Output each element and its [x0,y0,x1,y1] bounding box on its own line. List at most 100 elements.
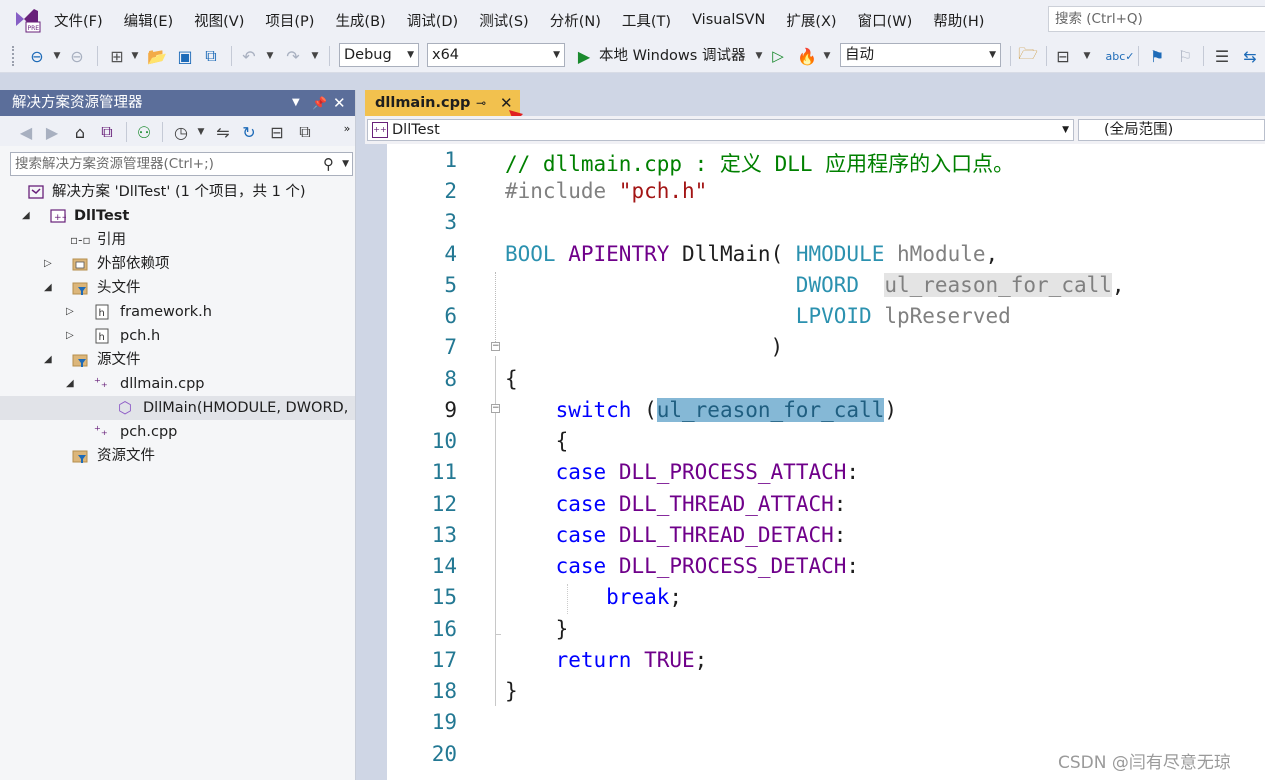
tree-item-pch-cpp[interactable]: ⁺₊ pch.cpp [0,420,355,444]
hot-reload-icon[interactable]: 🔥 [796,44,818,68]
find-in-files-icon[interactable]: 🗁 [1016,44,1040,68]
tree-item-dllmain-function[interactable]: ⬡ DllMain(HMODULE, DWORD, [0,396,355,420]
collapsed-arrow-icon[interactable]: ▷ [44,252,52,276]
menu-analyze[interactable]: 分析(N) [550,10,601,31]
tree-item-solution[interactable]: 解决方案 'DllTest' (1 个项目，共 1 个) [0,180,355,204]
back-icon[interactable]: ⊖ [26,44,48,68]
menu-build[interactable]: 生成(B) [335,10,385,31]
sync-active-document-icon[interactable]: ⇋ [212,120,234,144]
tree-item-project[interactable]: ◢ ++ DllTest [0,204,355,228]
close-icon[interactable]: ✕ [333,90,346,116]
save-icon[interactable]: ▣ [174,44,196,68]
visual-studio-logo-icon[interactable]: PRE [12,6,42,34]
comment-lines-icon[interactable]: ☰ [1210,44,1234,68]
tree-item-dllmain-cpp[interactable]: ◢ ⁺₊ dllmain.cpp [0,372,355,396]
switch-views-icon[interactable]: ⧉ [96,120,118,144]
menu-edit[interactable]: 编辑(E) [124,10,173,31]
more-options-icon[interactable]: » [340,116,354,140]
menu-view[interactable]: 视图(V) [194,10,244,31]
new-project-dropdown-icon[interactable]: ▼ [130,44,140,68]
cpp-file-icon: ⁺₊ [94,376,108,391]
solution-configuration-value: Debug [344,47,392,63]
save-all-icon[interactable]: ⧉ [200,44,222,68]
bookmark-icon[interactable]: ⚑ [1145,44,1169,68]
menu-window[interactable]: 窗口(W) [858,10,913,31]
start-debugging-play-icon[interactable]: ▶ [574,44,594,68]
new-project-icon[interactable]: ⊞ [106,44,128,68]
menu-visualsvn[interactable]: VisualSVN [692,12,765,28]
expanded-arrow-icon[interactable]: ◢ [44,276,52,300]
menu-file[interactable]: 文件(F) [54,10,103,31]
menu-help[interactable]: 帮助(H) [933,10,984,31]
home-icon[interactable]: ⌂ [70,120,90,144]
watermark-text: CSDN @闫有尽意无琼 [1058,753,1231,773]
forward-icon[interactable]: ▶ [42,120,62,144]
fold-collapse-icon[interactable]: − [491,404,500,413]
start-debugging-button-label[interactable]: 本地 Windows 调试器 [599,44,745,68]
tree-item-label: 外部依赖项 [97,256,170,272]
line-number: 8 [444,367,457,391]
undo-dropdown-icon[interactable]: ▼ [265,44,275,68]
solution-configuration-select[interactable]: Debug ▼ [339,43,419,67]
tab-dllmain-cpp[interactable]: dllmain.cpp ⊸ ✕ [365,90,520,116]
menu-test[interactable]: 测试(S) [479,10,529,31]
code-editor[interactable]: 1 2 3 4 5 6 7 8 9 10 11 12 13 14 15 16 1… [387,144,1265,780]
solution-platform-select[interactable]: x64 ▼ [427,43,565,67]
forward-icon[interactable]: ⊖ [66,44,88,68]
menu-debug[interactable]: 调试(D) [407,10,458,31]
collapsed-arrow-icon[interactable]: ▷ [66,324,74,348]
refresh-icon[interactable]: ↻ [238,120,260,144]
history-icon[interactable]: ◷ [170,120,192,144]
tree-item-references[interactable]: ▫-▫ 引用 [0,228,355,252]
scope-navigation-select[interactable]: (全局范围) [1078,119,1265,141]
uncomment-lines-icon[interactable]: ⇆ [1238,44,1262,68]
menu-project[interactable]: 项目(P) [265,10,314,31]
tree-item-source-files[interactable]: ◢ 源文件 [0,348,355,372]
tree-item-resource-files[interactable]: 资源文件 [0,444,355,468]
redo-dropdown-icon[interactable]: ▼ [310,44,320,68]
back-icon[interactable]: ◀ [16,120,36,144]
fold-collapse-icon[interactable]: − [491,342,500,351]
expanded-arrow-icon[interactable]: ◢ [44,348,52,372]
macro-token: DLL_THREAD_DETACH [618,523,834,547]
solution-explorer-search-input[interactable]: 搜索解决方案资源管理器(Ctrl+;) ⚲ ▼ [10,152,353,176]
undo-icon[interactable]: ↶ [238,44,260,68]
expanded-arrow-icon[interactable]: ◢ [22,204,30,228]
back-dropdown-icon[interactable]: ▼ [52,44,62,68]
mode-select[interactable]: 自动 ▼ [840,43,1001,67]
window-layout-dropdown-icon[interactable]: ▼ [1082,44,1092,68]
collapse-all-icon[interactable]: ⊟ [266,120,288,144]
hot-reload-dropdown-icon[interactable]: ▼ [822,44,832,68]
history-dropdown-icon[interactable]: ▼ [196,120,206,144]
menu-items: 文件(F) 编辑(E) 视图(V) 项目(P) 生成(B) 调试(D) 测试(S… [54,0,1005,40]
quick-search-input[interactable]: 搜索 (Ctrl+Q) [1048,6,1265,32]
pin-tab-icon[interactable]: ⊸ [476,90,486,116]
search-icon[interactable]: ⚲ [323,153,334,175]
tree-item-framework-h[interactable]: ▷ h framework.h [0,300,355,324]
code-line-1: // dllmain.cpp : 定义 DLL 应用程序的入口点。 [505,152,1015,176]
project-navigation-select[interactable]: ++ DllTest ▼ [367,119,1074,141]
line-number: 12 [431,492,457,516]
open-folder-icon[interactable]: 📂 [146,44,168,68]
menu-tools[interactable]: 工具(T) [622,10,671,31]
pending-changes-filter-icon[interactable]: ⚇ [133,120,155,144]
menu-extensions[interactable]: 扩展(X) [786,10,836,31]
filter-folder-icon [72,354,88,367]
debugger-target-dropdown-icon[interactable]: ▼ [754,44,764,68]
tree-item-header-files[interactable]: ◢ 头文件 [0,276,355,300]
bookmark-disabled-icon[interactable]: ⚐ [1173,44,1197,68]
line-number: 7 [444,335,457,359]
start-without-debugging-icon[interactable]: ▷ [768,44,788,68]
spell-check-icon[interactable]: abc✓ [1106,44,1135,68]
collapsed-arrow-icon[interactable]: ▷ [66,300,74,324]
solution-icon [28,185,44,199]
search-options-dropdown-icon[interactable]: ▼ [342,153,349,175]
expanded-arrow-icon[interactable]: ◢ [66,372,74,396]
window-layout-icon[interactable]: ⊟ [1052,44,1074,68]
auto-hide-pin-icon[interactable]: 📌 [312,90,327,116]
tree-item-pch-h[interactable]: ▷ h pch.h [0,324,355,348]
show-all-files-icon[interactable]: ⧉ [294,120,316,144]
window-position-dropdown-icon[interactable]: ▼ [292,90,300,116]
tree-item-external-dependencies[interactable]: ▷ 外部依赖项 [0,252,355,276]
redo-icon[interactable]: ↷ [282,44,304,68]
